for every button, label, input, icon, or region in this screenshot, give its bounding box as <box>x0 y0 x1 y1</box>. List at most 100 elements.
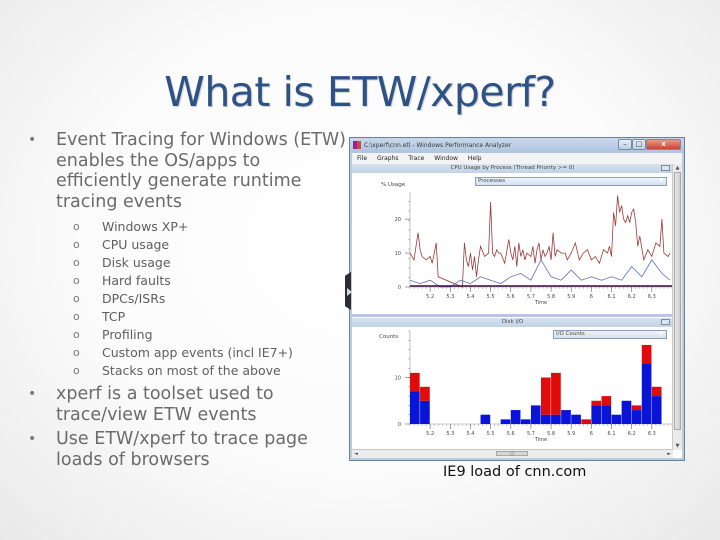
x-tick-label: 5.5 <box>487 431 495 437</box>
bullet-text: Event Tracing for Windows (ETW) enables … <box>56 130 346 212</box>
bullet-glyph: • <box>28 132 37 148</box>
bullet-glyph: • <box>28 386 37 402</box>
x-tick-label: 5.2 <box>426 431 434 437</box>
disk-bar-red <box>581 419 591 424</box>
vertical-scroll-thumb[interactable] <box>674 172 681 430</box>
disk-bar-blue <box>500 419 511 424</box>
scroll-up-icon[interactable]: ▲ <box>673 164 682 172</box>
menu-help[interactable]: Help <box>468 155 482 162</box>
x-tick-label: 5.7 <box>527 294 535 300</box>
sub-bullet-glyph: o <box>73 346 80 359</box>
minimize-button[interactable]: – <box>618 139 632 150</box>
bullet-item: • Use ETW/xperf to trace page loads of b… <box>28 429 348 470</box>
panel-options-button[interactable] <box>661 165 670 171</box>
disk-bar-blue <box>510 410 521 424</box>
window-title: C:\xperf\cnn.etl - Windows Performance A… <box>364 142 512 149</box>
vertical-scrollbar[interactable]: ▲ ▼ <box>672 164 682 450</box>
disk-bar-blue <box>551 414 561 424</box>
disk-bar-blue <box>601 405 612 424</box>
x-tick-label: 5.9 <box>567 294 575 300</box>
expand-arrow-icon[interactable] <box>347 288 352 296</box>
sub-bullet-list: o Windows XP+ o CPU usage o Disk usage o Hard f… <box>28 218 348 380</box>
x-tick-label: 5.6 <box>507 431 515 437</box>
menu-file[interactable]: File <box>357 155 367 162</box>
panel-divider[interactable] <box>352 314 673 317</box>
x-tick-label: 5.2 <box>426 294 434 300</box>
disk-bar-red <box>551 372 561 415</box>
x-tick-label: 6.1 <box>608 294 616 300</box>
x-tick-label: 6.3 <box>648 294 656 300</box>
y-tick-label: 10 <box>395 376 401 382</box>
disk-bar-red <box>631 405 642 411</box>
sub-bullet-text: DPCs/ISRs <box>102 291 166 306</box>
sub-bullet-item: o Windows XP+ <box>73 218 348 236</box>
disk-bar-red <box>591 400 602 406</box>
disk-bar-blue <box>480 414 491 424</box>
disk-bar-blue <box>541 414 551 424</box>
bullet-text: Use ETW/xperf to trace page loads of bro… <box>56 429 308 470</box>
sub-bullet-glyph: o <box>73 256 80 269</box>
x-tick-label: 5.9 <box>567 431 575 437</box>
disk-io-chart: 0 10 5.2 5.3 5.4 5.5 5.6 5.7 5.8 5.9 6 6.1 6.2 6.3 Tim… <box>395 330 672 443</box>
cpu-panel-title: CPU Usage by Process (Thread Priority >=… <box>450 165 575 171</box>
sub-bullet-item: o TCP <box>73 308 348 326</box>
disk-bar-blue <box>621 400 632 424</box>
sub-bullet-glyph: o <box>73 238 80 251</box>
sub-bullet-item: o Stacks on most of the above <box>73 362 348 380</box>
window-titlebar: C:\xperf\cnn.etl - Windows Performance A… <box>350 138 684 153</box>
scroll-down-icon[interactable]: ▼ <box>673 442 682 450</box>
disk-panel-title: Disk I/O <box>501 319 524 325</box>
x-tick-label: 5.5 <box>487 294 495 300</box>
processes-dropdown-value: Processes <box>478 178 506 184</box>
disk-bar-blue <box>410 391 420 424</box>
cpu-series-line-0 <box>409 195 671 288</box>
x-tick-label: 6.2 <box>628 294 636 300</box>
x-tick-label: 5.3 <box>446 431 454 437</box>
sub-bullet-item: o Profiling <box>73 326 348 344</box>
sub-bullet-text: Windows XP+ <box>102 219 189 234</box>
sub-bullet-glyph: o <box>73 274 80 287</box>
window-client: CPU Usage by Process (Thread Priority >=… <box>352 164 682 458</box>
disk-bar-red <box>410 372 420 392</box>
disk-bar-red <box>541 377 551 415</box>
disk-bar-blue <box>631 410 642 424</box>
disk-bar-blue <box>530 405 541 424</box>
disk-bar-blue <box>591 405 602 424</box>
app-icon <box>353 141 361 149</box>
slide-title: What is ETW/xperf? <box>164 68 556 116</box>
scroll-left-icon[interactable]: ◄ <box>354 450 358 458</box>
sub-bullet-glyph: o <box>73 364 80 377</box>
y-tick-label: 20 <box>395 217 401 223</box>
horizontal-scroll-thumb[interactable]: ||| <box>496 451 528 456</box>
y-tick-label: 10 <box>395 251 401 257</box>
bullet-text: xperf is a toolset used to trace/view ET… <box>56 384 274 425</box>
panel-options-button[interactable] <box>661 319 670 325</box>
y-tick-label: 0 <box>398 285 401 291</box>
sub-bullet-glyph: o <box>73 310 80 323</box>
disk-bar-blue <box>520 419 531 424</box>
sub-bullet-glyph: o <box>73 220 80 233</box>
disk-bar-red <box>651 386 662 397</box>
scroll-right-icon[interactable]: ► <box>667 450 671 458</box>
sub-bullet-text: CPU usage <box>102 237 170 252</box>
sub-bullet-text: TCP <box>102 309 126 324</box>
sub-bullet-glyph: o <box>73 292 80 305</box>
horizontal-scrollbar[interactable]: ◄ ||| ► <box>352 449 673 458</box>
disk-bar-blue <box>611 414 622 424</box>
menu-window[interactable]: Window <box>434 155 458 162</box>
cpu-panel-header: CPU Usage by Process (Thread Priority >=… <box>352 164 673 173</box>
x-tick-label: 5.8 <box>547 431 555 437</box>
maximize-button[interactable]: □ <box>632 139 646 150</box>
close-button[interactable]: x <box>646 139 681 150</box>
bullet-list: • Event Tracing for Windows (ETW) enable… <box>28 130 348 470</box>
processes-dropdown[interactable]: Processes ▼ <box>475 177 667 186</box>
cpu-series-line-1 <box>409 259 671 288</box>
sub-bullet-glyph: o <box>73 328 80 341</box>
menu-graphs[interactable]: Graphs <box>377 155 399 162</box>
x-tick-label: 6.1 <box>608 431 616 437</box>
sub-bullet-item: o CPU usage <box>73 236 348 254</box>
disk-bar-blue <box>561 410 571 424</box>
x-tick-label: 5.7 <box>527 431 535 437</box>
menu-trace[interactable]: Trace <box>408 155 424 162</box>
wpa-window-screenshot: C:\xperf\cnn.etl - Windows Performance A… <box>345 137 685 461</box>
